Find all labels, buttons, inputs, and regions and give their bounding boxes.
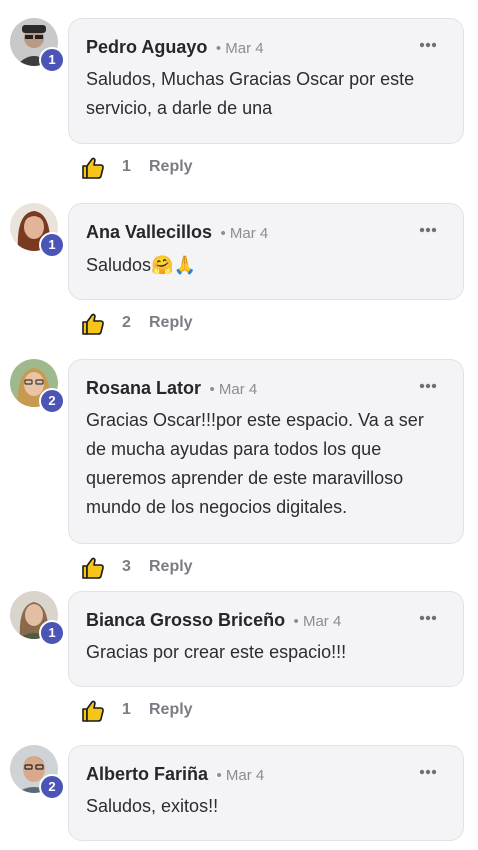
comment-text: Gracias por crear este espacio!!! xyxy=(86,642,347,662)
comment-date: • Mar 4 xyxy=(209,381,258,398)
comment-bubble: Pedro Aguayo • Mar 4 Saludos, Muchas Gra… xyxy=(68,18,464,144)
more-options-icon[interactable] xyxy=(418,614,438,622)
author-name[interactable]: Alberto Fariña xyxy=(86,764,208,784)
author-name[interactable]: Rosana Lator xyxy=(86,378,201,398)
like-count: 1 xyxy=(122,158,131,175)
comment-date: • Mar 4 xyxy=(216,767,265,784)
comment-text: Gracias Oscar!!!por este espacio. Va a s… xyxy=(86,410,424,517)
author-name[interactable]: Ana Vallecillos xyxy=(86,222,212,242)
reply-button[interactable]: Reply xyxy=(149,701,193,719)
comment-bubble: Alberto Fariña • Mar 4 Saludos, exitos!! xyxy=(68,745,464,841)
like-count: 3 xyxy=(122,558,131,575)
more-options-icon[interactable] xyxy=(418,768,438,776)
author-name[interactable]: Bianca Grosso Briceño xyxy=(86,610,285,630)
comment-text: Saludos, exitos!! xyxy=(86,796,219,816)
thumbs-up-icon[interactable] xyxy=(81,156,105,180)
comment-bubble: Rosana Lator • Mar 4 Gracias Oscar!!!por… xyxy=(68,359,464,544)
more-options-icon[interactable] xyxy=(418,226,438,234)
level-badge: 1 xyxy=(39,232,65,258)
level-badge: 1 xyxy=(39,47,65,73)
level-badge: 2 xyxy=(39,774,65,800)
thumbs-up-icon[interactable] xyxy=(81,312,105,336)
reply-button[interactable]: Reply xyxy=(149,314,193,332)
comment-date: • Mar 4 xyxy=(215,40,264,57)
level-badge: 2 xyxy=(39,388,65,414)
author-name[interactable]: Pedro Aguayo xyxy=(86,37,207,57)
comment-date: • Mar 4 xyxy=(293,613,342,630)
like-count: 2 xyxy=(122,314,131,331)
thumbs-up-icon[interactable] xyxy=(81,699,105,723)
like-count: 1 xyxy=(122,701,131,718)
comment-bubble: Ana Vallecillos • Mar 4 Saludos🤗🙏 xyxy=(68,203,464,300)
level-badge: 1 xyxy=(39,620,65,646)
reply-button[interactable]: Reply xyxy=(149,558,193,576)
comment-text: Saludos🤗🙏 xyxy=(86,255,196,275)
more-options-icon[interactable] xyxy=(418,382,438,390)
comment-bubble: Bianca Grosso Briceño • Mar 4 Gracias po… xyxy=(68,591,464,687)
more-options-icon[interactable] xyxy=(418,41,438,49)
comment-text: Saludos, Muchas Gracias Oscar por este s… xyxy=(86,69,415,118)
reply-button[interactable]: Reply xyxy=(149,158,193,176)
comment-date: • Mar 4 xyxy=(220,225,269,242)
thumbs-up-icon[interactable] xyxy=(81,556,105,580)
